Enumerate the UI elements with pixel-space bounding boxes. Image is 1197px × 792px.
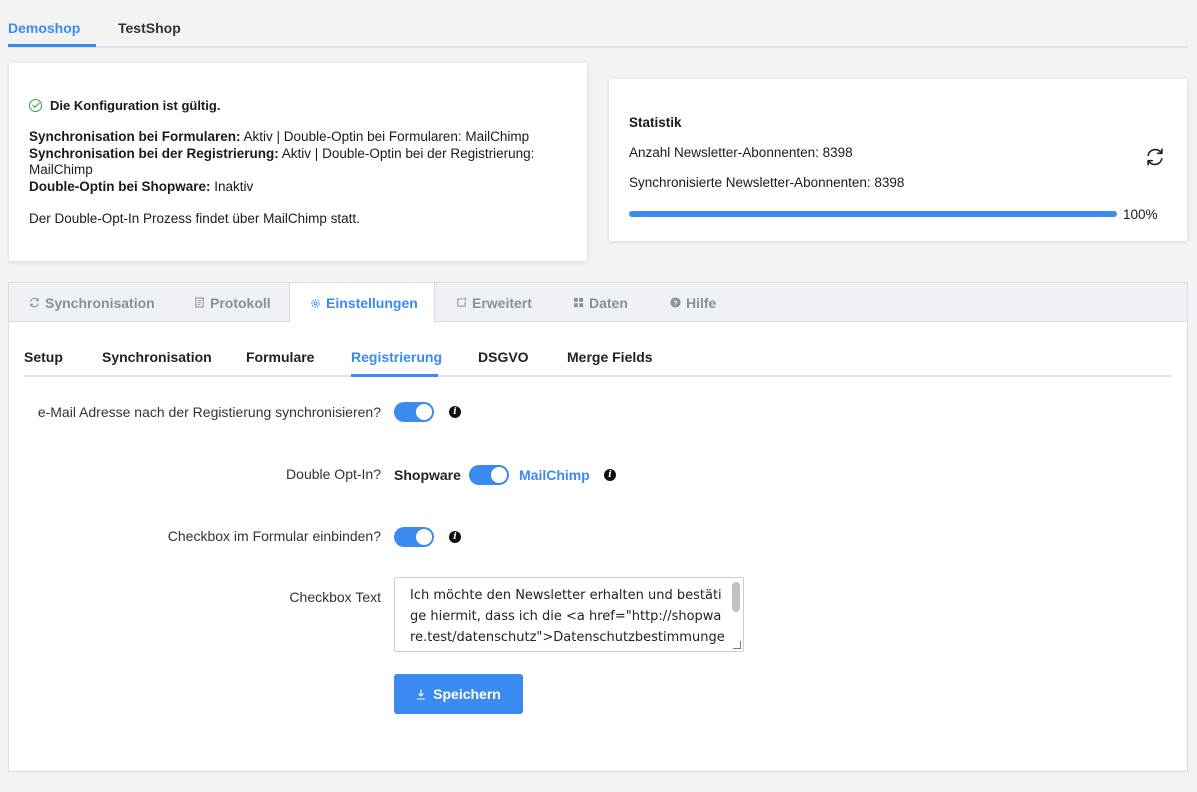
config-line-registration: Synchronisation bei der Registrierung: A… [29, 145, 535, 178]
active-shop-indicator [8, 44, 96, 47]
tab-einstellungen[interactable]: Einstellungen [289, 283, 435, 323]
checkbox-in-form-toggle[interactable] [394, 527, 434, 547]
checkbox-in-form-label: Checkbox im Formular einbinden? [167, 528, 381, 544]
textarea-scrollbar[interactable] [732, 582, 740, 612]
shop-tabs: Demoshop TestShop [8, 0, 1188, 48]
checkbox-text-value[interactable]: Ich möchte den Newsletter erhalten und b… [410, 585, 725, 647]
textarea-resize-handle[interactable] [733, 641, 741, 649]
sync-progress-fill [629, 211, 1117, 217]
save-button[interactable]: Speichern [394, 674, 523, 714]
subtab-merge-fields[interactable]: Merge Fields [567, 349, 653, 365]
tab-erweitert[interactable]: Erweitert [456, 283, 532, 322]
config-valid-text: Die Konfiguration ist gültig. [50, 98, 221, 113]
tab-hilfe[interactable]: ? Hilfe [670, 283, 716, 322]
sync-after-registration-toggle[interactable] [394, 402, 434, 422]
sync-progress-label: 100% [1123, 207, 1158, 222]
subtab-setup[interactable]: Setup [24, 349, 63, 365]
double-opt-in-option-mailchimp: MailChimp [519, 467, 590, 483]
sync-icon [30, 297, 39, 308]
external-icon [457, 297, 467, 307]
subscriber-count: Anzahl Newsletter-Abonnenten: 8398 [629, 145, 853, 160]
shop-tab-demoshop[interactable]: Demoshop [8, 20, 80, 36]
config-status-card: Die Konfiguration ist gültig. Synchronis… [9, 63, 587, 261]
config-line-forms: Synchronisation bei Formularen: Aktiv | … [29, 129, 530, 144]
info-icon[interactable]: i [449, 406, 461, 418]
double-opt-in-option-shopware: Shopware [394, 467, 461, 483]
checkbox-text-textarea[interactable]: Ich möchte den Newsletter erhalten und b… [394, 577, 744, 652]
tab-synchronisation[interactable]: Synchronisation [29, 283, 155, 322]
subtab-registrierung[interactable]: Registrierung [351, 349, 442, 365]
shop-tab-testshop[interactable]: TestShop [118, 20, 181, 36]
refresh-icon[interactable] [1144, 146, 1166, 168]
document-icon [195, 297, 204, 308]
statistics-card: Statistik Anzahl Newsletter-Abonnenten: … [609, 79, 1187, 241]
settings-panel: Synchronisation Protokoll Einstellungen … [8, 282, 1188, 772]
grid-icon [573, 297, 584, 308]
tab-protokoll[interactable]: Protokoll [194, 283, 271, 322]
tab-daten[interactable]: Daten [573, 283, 628, 322]
svg-text:?: ? [673, 298, 678, 307]
sync-progress-bar [629, 211, 1117, 217]
config-line-shopware: Double-Optin bei Shopware: Inaktiv [29, 178, 254, 194]
checkbox-text-label: Checkbox Text [289, 589, 381, 605]
download-icon [417, 689, 426, 700]
check-circle-icon [29, 99, 42, 112]
double-opt-in-toggle[interactable] [469, 465, 509, 485]
synced-subscriber-count: Synchronisierte Newsletter-Abonnenten: 8… [629, 175, 905, 190]
config-details: Synchronisation bei Formularen: Aktiv | … [29, 129, 569, 195]
subtab-formulare[interactable]: Formulare [246, 349, 314, 365]
config-note: Der Double-Opt-In Prozess findet über Ma… [29, 211, 360, 226]
settings-sub-tabs: Setup Synchronisation Formulare Registri… [24, 343, 1172, 377]
help-icon: ? [670, 297, 681, 308]
config-valid-message: Die Konfiguration ist gültig. [29, 98, 220, 113]
sync-after-registration-label: e-Mail Adresse nach der Registierung syn… [37, 404, 381, 420]
active-subtab-indicator [351, 374, 438, 377]
main-tabs: Synchronisation Protokoll Einstellungen … [9, 283, 1187, 323]
double-opt-in-label: Double Opt-In? [286, 466, 381, 482]
subtab-dsgvo[interactable]: DSGVO [478, 349, 529, 365]
statistics-title: Statistik [629, 115, 682, 130]
subtab-synchronisation[interactable]: Synchronisation [102, 349, 212, 365]
gear-icon [311, 298, 320, 308]
info-icon[interactable]: i [449, 531, 461, 543]
info-icon[interactable]: i [604, 469, 616, 481]
